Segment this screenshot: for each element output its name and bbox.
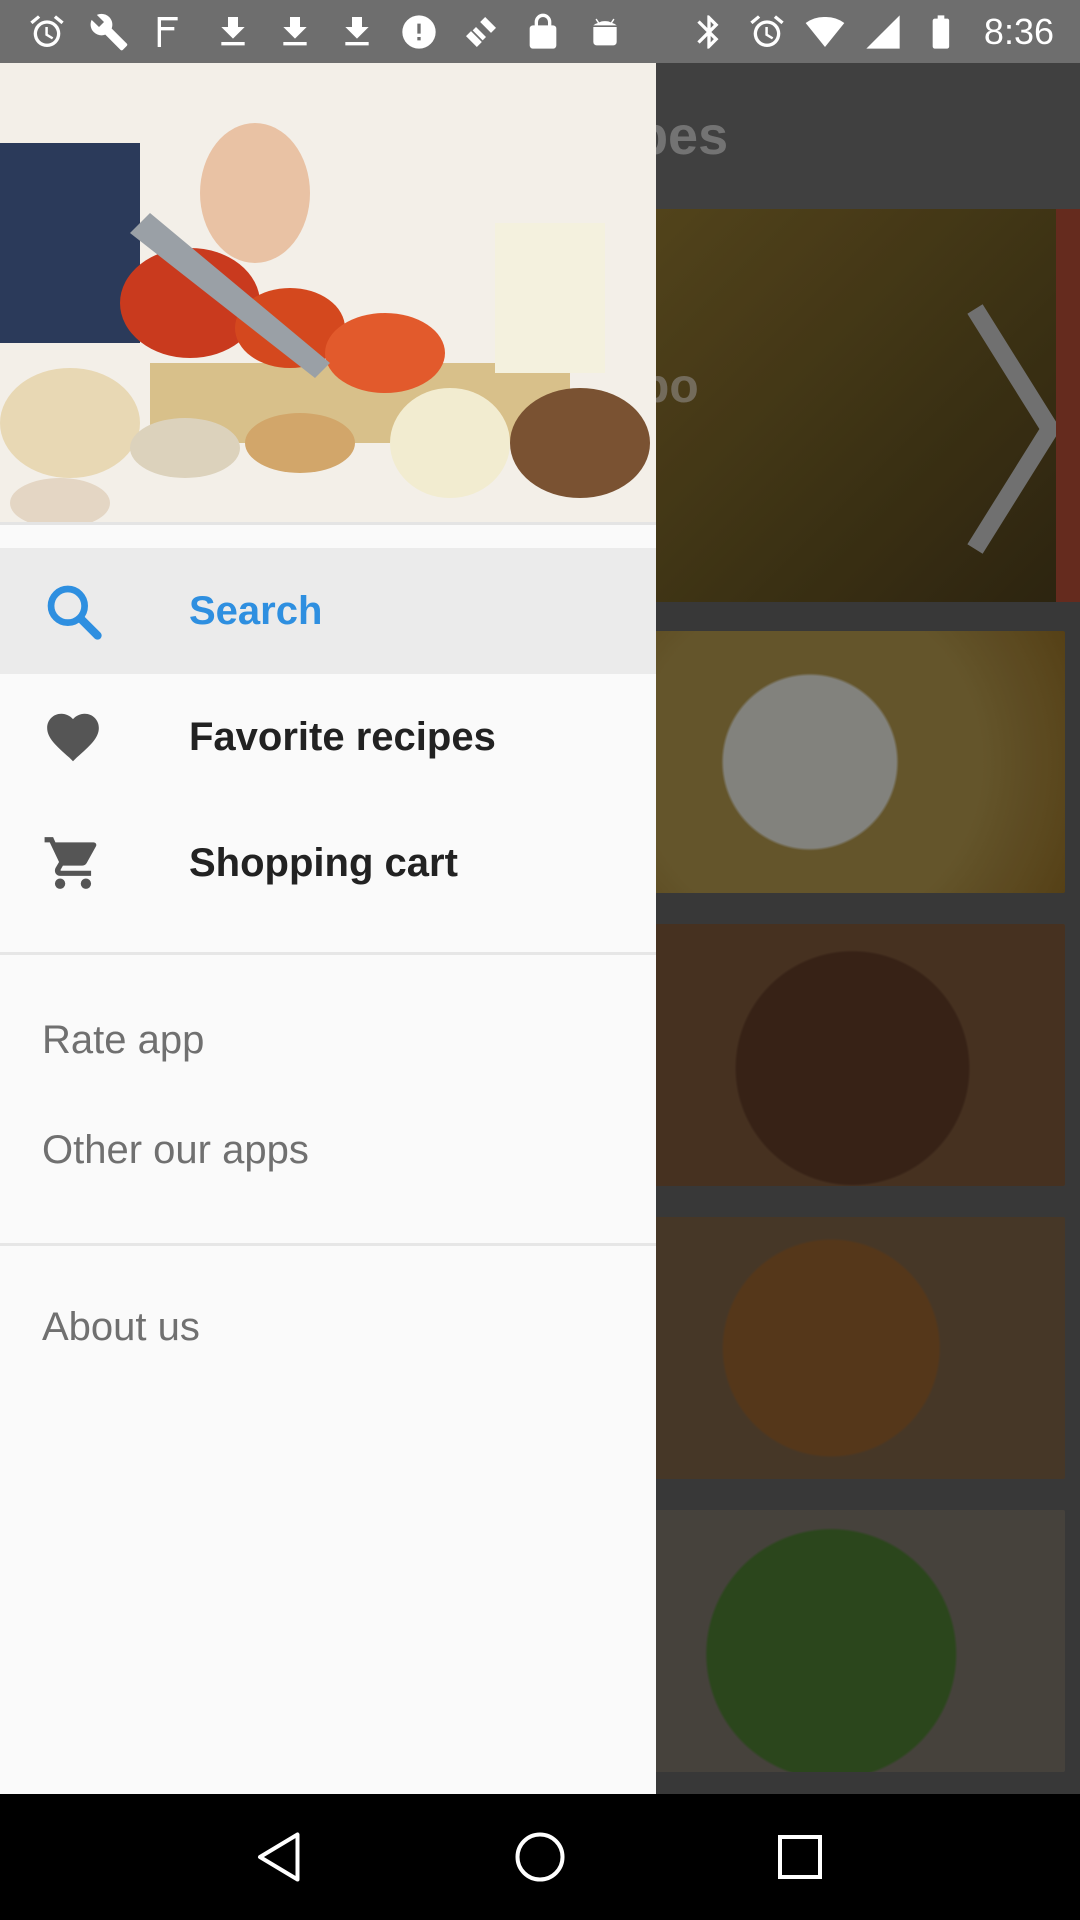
status-notifications — [26, 11, 626, 53]
drawer-header-image — [0, 63, 656, 525]
drawer-divider — [0, 952, 656, 955]
clock: 8:36 — [983, 10, 1054, 52]
menu-label-search: Search — [189, 588, 323, 633]
system-nav-bar — [0, 1794, 1080, 1920]
alarm-icon — [746, 11, 788, 53]
drawer-secondary-group: Rate app Other our apps — [0, 985, 656, 1205]
android-icon — [584, 11, 626, 53]
download-icon — [274, 11, 316, 53]
navigation-drawer: Search Favorite recipes Shopping cart Ra… — [0, 63, 656, 1794]
blocked-icon — [398, 11, 440, 53]
newspaper-icon — [150, 11, 192, 53]
lock-icon — [522, 11, 564, 53]
alarm-icon — [26, 11, 68, 53]
bluetooth-icon — [688, 11, 730, 53]
wifi-icon — [804, 11, 846, 53]
heart-icon — [42, 706, 104, 768]
satellite-icon — [460, 11, 502, 53]
download-icon — [336, 11, 378, 53]
menu-item-search[interactable]: Search — [0, 548, 656, 674]
wrench-icon — [88, 11, 130, 53]
cart-icon — [42, 832, 104, 894]
menu-item-shopping-cart[interactable]: Shopping cart — [0, 800, 656, 926]
cooking-photo — [0, 63, 656, 522]
status-bar: 8:36 — [0, 0, 1080, 63]
status-system: 8:36 — [688, 11, 1054, 53]
back-icon[interactable] — [245, 1822, 315, 1892]
search-icon — [42, 580, 104, 642]
battery-icon — [920, 11, 962, 53]
menu-item-about-us[interactable]: About us — [0, 1272, 656, 1382]
menu-item-favorite-recipes[interactable]: Favorite recipes — [0, 674, 656, 800]
download-icon — [212, 11, 254, 53]
menu-item-other-our-apps[interactable]: Other our apps — [0, 1095, 656, 1205]
drawer-divider — [0, 1243, 656, 1246]
menu-item-rate-app[interactable]: Rate app — [0, 985, 656, 1095]
recents-icon[interactable] — [765, 1822, 835, 1892]
signal-icon — [862, 11, 904, 53]
drawer-menu: Search Favorite recipes Shopping cart Ra… — [0, 548, 656, 1382]
menu-label-shopping-cart: Shopping cart — [189, 840, 458, 885]
drawer-tertiary-group: About us — [0, 1272, 656, 1382]
menu-label-favorite-recipes: Favorite recipes — [189, 714, 496, 759]
home-icon[interactable] — [505, 1822, 575, 1892]
